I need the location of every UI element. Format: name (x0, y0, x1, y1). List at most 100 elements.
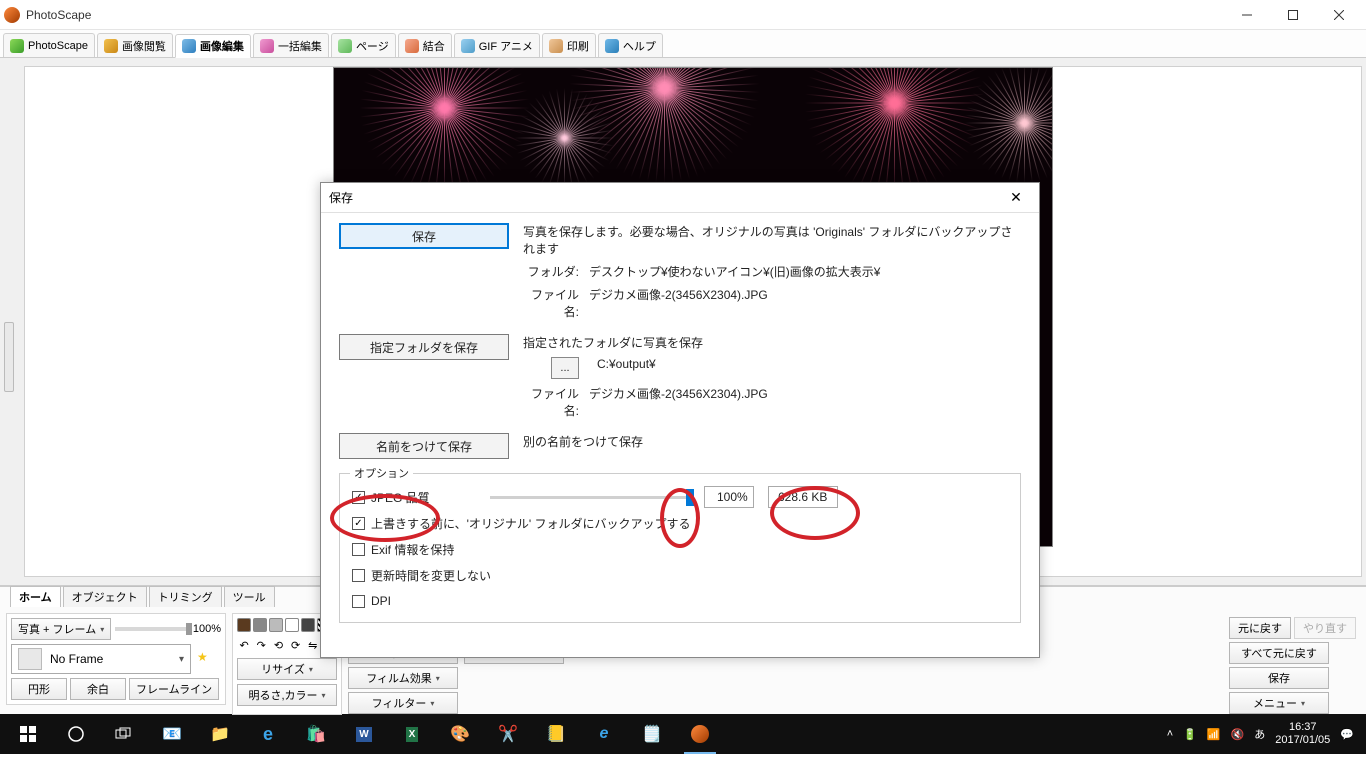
taskbar-app-word[interactable]: W (340, 714, 388, 754)
rotate-cw-icon[interactable]: ⟳ (289, 636, 303, 654)
close-button[interactable] (1316, 0, 1362, 29)
save-as-button[interactable]: 名前をつけて保存 (339, 433, 509, 459)
toolbar-tab-0[interactable]: PhotoScape (3, 33, 95, 57)
toolbar-tab-8[interactable]: ヘルプ (598, 33, 663, 57)
battery-icon[interactable]: 🔋 (1183, 728, 1197, 741)
toolbar-tab-icon (10, 39, 24, 53)
taskbar-app-store[interactable]: 🛍️ (292, 714, 340, 754)
editor-tab-2[interactable]: トリミング (149, 586, 222, 607)
resize-dropdown[interactable]: リサイズ (237, 658, 337, 680)
jpeg-quality-value[interactable]: 100% (704, 486, 754, 508)
taskbar-app-ie[interactable]: e (580, 714, 628, 754)
toolbar-tab-icon (549, 39, 563, 53)
film-effect-dropdown[interactable]: フィルム効果 (348, 667, 458, 689)
volume-icon[interactable]: 🔇 (1231, 728, 1245, 741)
rotate-ccw-icon[interactable]: ⟲ (271, 636, 285, 654)
save-to-folder-button[interactable]: 指定フォルダを保存 (339, 334, 509, 360)
folder-path: デスクトップ¥使わないアイコン¥(旧)画像の拡大表示¥ (589, 263, 880, 280)
undo-all-button[interactable]: すべて元に戻す (1229, 642, 1329, 664)
brightness-dropdown[interactable]: 明るさ,カラー (237, 684, 337, 706)
backup-checkbox[interactable] (352, 517, 365, 530)
taskbar-app-paint[interactable]: 🎨 (436, 714, 484, 754)
undo-button[interactable]: 元に戻す (1229, 617, 1291, 639)
browse-folder-button[interactable]: ... (551, 357, 579, 379)
toolbar-tab-2[interactable]: 画像編集 (175, 34, 251, 58)
taskbar-app-edge[interactable]: e (244, 714, 292, 754)
dialog-title: 保存 (329, 189, 353, 206)
undo-icon[interactable]: ↶ (237, 636, 251, 654)
sidebar-collapse-handle[interactable] (4, 322, 14, 392)
maximize-button[interactable] (1270, 0, 1316, 29)
bottom-save-button[interactable]: 保存 (1229, 667, 1329, 689)
frame-preview-icon (18, 648, 42, 670)
toolbar-tab-label: 画像閲覧 (122, 38, 166, 54)
taskbar-clock[interactable]: 16:37 2017/01/05 (1275, 721, 1330, 747)
save-dialog: 保存 ✕ 保存 写真を保存します。必要な場合、オリジナルの写真は 'Origin… (320, 182, 1040, 658)
dpi-checkbox[interactable] (352, 595, 365, 608)
jpeg-quality-checkbox[interactable] (352, 491, 365, 504)
dialog-close-button[interactable]: ✕ (1001, 189, 1031, 206)
mtime-label: 更新時間を変更しない (371, 567, 491, 584)
cortana-button[interactable] (52, 714, 100, 754)
toolbar-tab-icon (182, 39, 196, 53)
file-label-2: ファイル名: (523, 385, 579, 419)
slider-thumb[interactable] (686, 489, 694, 506)
menu-dropdown[interactable]: メニュー (1229, 692, 1329, 714)
toolbar-tab-3[interactable]: 一括編集 (253, 33, 329, 57)
task-view-button[interactable] (100, 714, 148, 754)
ime-icon[interactable]: あ (1254, 726, 1265, 742)
jpeg-quality-slider[interactable] (490, 496, 690, 499)
editor-tab-1[interactable]: オブジェクト (63, 586, 147, 607)
toolbar-tab-label: ページ (356, 38, 389, 54)
wifi-icon[interactable]: 📶 (1207, 728, 1221, 741)
editor-tab-3[interactable]: ツール (224, 586, 275, 607)
toolbar-tab-4[interactable]: ページ (331, 33, 396, 57)
tray-chevron-icon[interactable]: ˄ (1167, 728, 1173, 740)
app-icon (4, 7, 20, 23)
frame-select-label: No Frame (50, 652, 103, 666)
photo-frame-dropdown[interactable]: 写真 + フレーム (11, 618, 111, 640)
margin-button[interactable]: 余白 (70, 678, 126, 700)
frame-line-button[interactable]: フレームライン (129, 678, 219, 700)
redo-icon[interactable]: ↷ (254, 636, 268, 654)
color-swatches[interactable] (237, 618, 331, 632)
toolbar-tab-label: 画像編集 (200, 38, 244, 54)
save-as-description: 別の名前をつけて保存 (523, 433, 643, 450)
mtime-checkbox[interactable] (352, 569, 365, 582)
toolbar-tab-icon (461, 39, 475, 53)
toolbar-tab-icon (405, 39, 419, 53)
start-button[interactable] (4, 714, 52, 754)
toolbar-tab-icon (605, 39, 619, 53)
favorite-icon[interactable]: ★ (197, 650, 208, 664)
taskbar-app-notes[interactable]: 📒 (532, 714, 580, 754)
main-toolbar: PhotoScape 画像閲覧 画像編集一括編集 ページ 結合 GIF アニメ印刷ヘルプ (0, 30, 1366, 58)
file-name: デジカメ画像-2(3456X2304).JPG (589, 286, 768, 320)
taskbar-app-explorer[interactable]: 📁 (196, 714, 244, 754)
clock-date: 2017/01/05 (1275, 734, 1330, 747)
taskbar-app-mail[interactable]: 📧 (148, 714, 196, 754)
toolbar-tab-5[interactable]: 結合 (398, 33, 452, 57)
notifications-icon[interactable]: 💬 (1340, 728, 1354, 741)
circle-button[interactable]: 円形 (11, 678, 67, 700)
toolbar-tab-label: PhotoScape (28, 40, 88, 52)
taskbar-app-photoscape[interactable] (676, 714, 724, 754)
toolbar-tab-label: 結合 (423, 38, 445, 54)
save-button[interactable]: 保存 (339, 223, 509, 249)
toolbar-tab-1[interactable]: 画像閲覧 (97, 33, 173, 57)
exif-checkbox[interactable] (352, 543, 365, 556)
taskbar-app-excel[interactable]: X (388, 714, 436, 754)
toolbar-tab-6[interactable]: GIF アニメ (454, 33, 540, 57)
options-legend: オプション (350, 465, 413, 481)
filter-dropdown[interactable]: フィルター (348, 692, 458, 714)
taskbar-app-sticky[interactable]: 🗒️ (628, 714, 676, 754)
flip-h-icon[interactable]: ⇋ (306, 636, 320, 654)
toolbar-tab-icon (104, 39, 118, 53)
taskbar-app-snip[interactable]: ✂️ (484, 714, 532, 754)
editor-tab-0[interactable]: ホーム (10, 586, 61, 607)
frame-select[interactable]: No Frame ▾ (11, 644, 191, 674)
dpi-label: DPI (371, 594, 391, 608)
redo-button[interactable]: やり直す (1294, 617, 1356, 639)
toolbar-tab-label: GIF アニメ (479, 38, 533, 54)
minimize-button[interactable] (1224, 0, 1270, 29)
toolbar-tab-7[interactable]: 印刷 (542, 33, 596, 57)
